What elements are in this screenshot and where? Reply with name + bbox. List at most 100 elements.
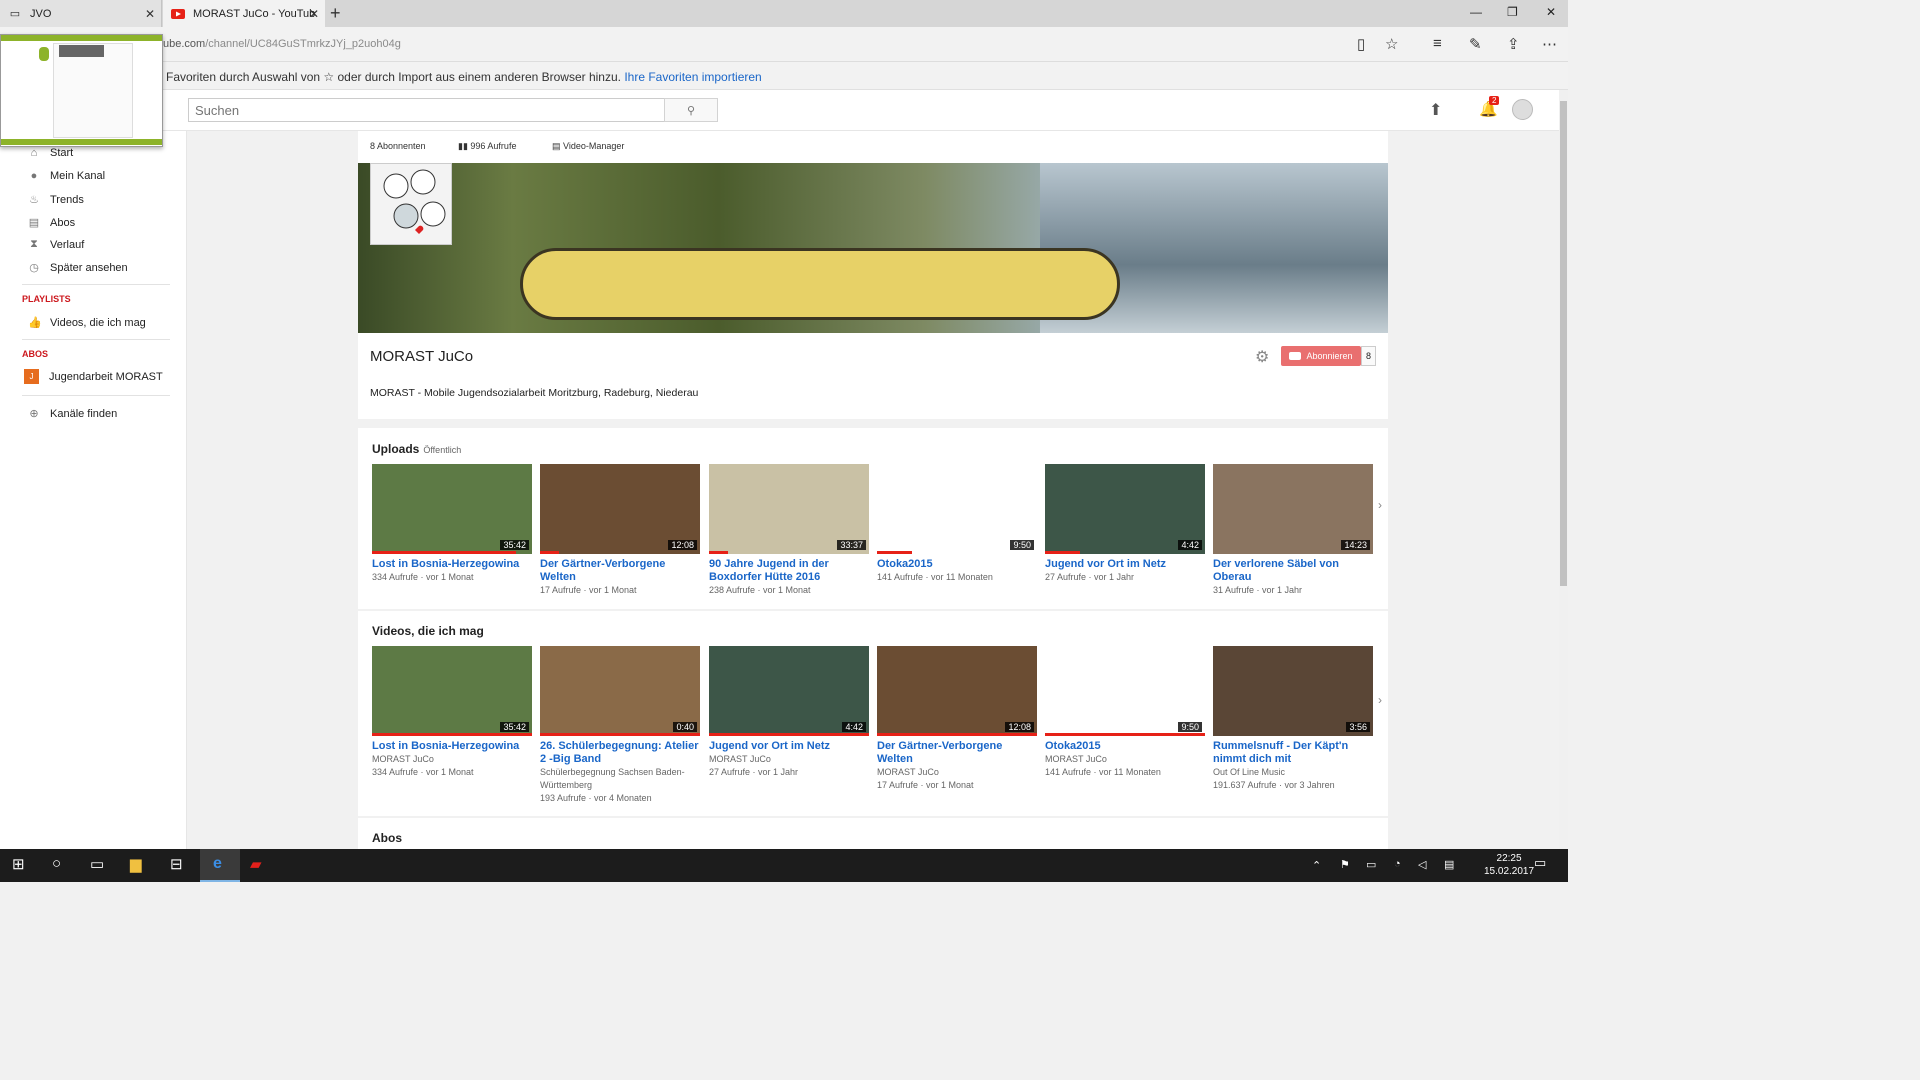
search-input[interactable] [188, 98, 665, 122]
video-title[interactable]: Lost in Bosnia-Herzegowina [372, 558, 532, 571]
video-card[interactable]: 14:23 Der verlorene Säbel von Oberau 31 Au… [1213, 464, 1373, 597]
chevron-up-icon[interactable]: ⌃ [1312, 859, 1321, 872]
video-card[interactable]: 4:42 Jugend vor Ort im Netz MORAST JuCo 27 … [709, 646, 869, 779]
chevron-right-icon[interactable]: › [1378, 498, 1382, 512]
video-card[interactable]: 4:42 Jugend vor Ort im Netz 27 Aufrufe · v… [1045, 464, 1205, 584]
shelf-title[interactable]: Abos [372, 831, 402, 845]
acrobat-icon[interactable]: ▰ [250, 855, 262, 873]
cortana-icon[interactable]: ○ [52, 855, 61, 872]
scrollbar-thumb[interactable] [1560, 101, 1567, 586]
search-button[interactable]: ⚲ [664, 98, 718, 122]
video-title[interactable]: Rummelsnuff - Der Käpt'n nimmt dich mit [1213, 740, 1373, 766]
video-title[interactable]: Der verlorene Säbel von Oberau [1213, 558, 1373, 584]
flag-icon[interactable]: ⚑ [1340, 858, 1350, 871]
gear-icon[interactable]: ⚙ [1255, 347, 1269, 367]
edge-taskbar-button[interactable]: e [200, 849, 240, 882]
video-card[interactable]: 3:56 Rummelsnuff - Der Käpt'n nimmt dich … [1213, 646, 1373, 792]
video-thumbnail[interactable]: 9:50 [877, 464, 1037, 554]
restore-icon[interactable]: ❐ [1507, 5, 1518, 19]
video-thumbnail[interactable]: 12:08 [877, 646, 1037, 736]
video-thumbnail[interactable]: 3:56 [1213, 646, 1373, 736]
video-thumbnail[interactable]: 33:37 [709, 464, 869, 554]
store-icon[interactable]: ⊟ [170, 855, 183, 873]
watch-progress [540, 733, 700, 736]
file-explorer-icon[interactable]: ▆ [130, 855, 142, 873]
video-title[interactable]: Jugend vor Ort im Netz [1045, 558, 1205, 571]
video-title[interactable]: 90 Jahre Jugend in der Boxdorfer Hütte 2… [709, 558, 869, 584]
chevron-right-icon[interactable]: › [1378, 693, 1382, 707]
user-icon: ● [30, 170, 38, 182]
windows-start-icon[interactable]: ⊞ [12, 855, 25, 873]
channel-title: MORAST JuCo [370, 348, 474, 365]
sidebar-item-abos[interactable]: ▤ Abos [28, 216, 75, 230]
url-field[interactable]: ube.com/channel/UC84GuSTmrkzJYj_p2uoh04g [163, 38, 401, 50]
action-center-icon[interactable]: ▭ [1534, 855, 1546, 871]
video-manager-link[interactable]: ▤ Video-Manager [552, 141, 624, 152]
video-title[interactable]: Jugend vor Ort im Netz [709, 740, 869, 753]
import-favorites-link[interactable]: Ihre Favoriten importieren [624, 70, 761, 84]
video-meta: 193 Aufrufe · vor 4 Monaten [540, 793, 652, 803]
video-meta: Schülerbegegnung Sachsen Baden-Württembe… [540, 767, 685, 790]
video-thumbnail[interactable]: 0:40 [540, 646, 700, 736]
favorite-star-icon[interactable]: ☆ [1385, 35, 1398, 53]
sidebar-item-liked-videos[interactable]: 👍 Videos, die ich mag [28, 316, 146, 330]
share-icon[interactable]: ⇪ [1507, 35, 1520, 53]
sidebar-item-spaeter-ansehen[interactable]: ◷ Später ansehen [28, 261, 127, 275]
video-card[interactable]: 9:50 Otoka2015 141 Aufrufe · vor 11 Monate… [877, 464, 1037, 584]
web-note-icon[interactable]: ✎ [1469, 35, 1482, 53]
keyboard-icon[interactable]: ▤ [1444, 858, 1454, 871]
watch-progress [1045, 733, 1205, 736]
browser-tab-jvo[interactable]: ▭ JVO ✕ [0, 0, 162, 27]
video-card[interactable]: 0:40 26. Schülerbegegnung: Atelier 2 -Big… [540, 646, 700, 805]
hub-icon[interactable]: ≡ [1433, 35, 1442, 52]
sidebar-item-start[interactable]: ⌂ Start [28, 147, 74, 159]
subscribe-button[interactable]: Abonnieren [1281, 346, 1361, 366]
video-title[interactable]: Der Gärtner-Verborgene Welten [877, 740, 1037, 766]
video-thumbnail[interactable]: 12:08 [540, 464, 700, 554]
battery-icon[interactable]: ▭ [1366, 858, 1376, 871]
sidebar-item-mein-kanal[interactable]: ● Mein Kanal [28, 170, 105, 182]
tab-preview-thumbnail[interactable] [0, 34, 163, 147]
avatar[interactable] [1512, 99, 1533, 120]
video-title[interactable]: 26. Schülerbegegnung: Atelier 2 -Big Ban… [540, 740, 700, 766]
channel-logo[interactable] [370, 163, 452, 245]
video-card[interactable]: 9:50 Otoka2015 MORAST JuCo 141 Aufrufe · vo… [1045, 646, 1205, 779]
channel-description: MORAST - Mobile Jugendsozialarbeit Morit… [370, 387, 699, 399]
video-thumbnail[interactable]: 35:42 [372, 646, 532, 736]
video-card[interactable]: 35:42 Lost in Bosnia-Herzegowina MORAST Ju… [372, 646, 532, 779]
sidebar-item-trends[interactable]: ♨ Trends [28, 193, 84, 207]
minimize-icon[interactable]: — [1470, 5, 1482, 19]
video-meta: 17 Aufrufe · vor 1 Monat [540, 585, 637, 595]
shelf-title[interactable]: Videos, die ich mag [372, 624, 484, 638]
video-thumbnail[interactable]: 14:23 [1213, 464, 1373, 554]
close-tab-icon[interactable]: ✕ [145, 7, 155, 21]
reading-view-icon[interactable]: ▯ [1357, 35, 1365, 53]
video-thumbnail[interactable]: 4:42 [709, 646, 869, 736]
video-card[interactable]: 35:42 Lost in Bosnia-Herzegowina 334 Aufru… [372, 464, 532, 584]
video-title[interactable]: Otoka2015 [877, 558, 1037, 571]
close-window-icon[interactable]: ✕ [1546, 5, 1556, 19]
upload-icon[interactable]: ⬆ [1429, 100, 1442, 120]
clock[interactable]: 22:25 15.02.2017 [1484, 852, 1534, 878]
video-title[interactable]: Otoka2015 [1045, 740, 1205, 753]
wifi-icon[interactable]: ◔ [1394, 858, 1401, 870]
video-card[interactable]: 33:37 90 Jahre Jugend in der Boxdorfer Hü… [709, 464, 869, 597]
new-tab-button[interactable]: + [330, 3, 341, 24]
more-icon[interactable]: ⋯ [1542, 35, 1557, 53]
sidebar-item-jugendarbeit-morast[interactable]: J Jugendarbeit MORAST [24, 369, 163, 384]
task-view-icon[interactable]: ▭ [90, 855, 104, 873]
video-card[interactable]: 12:08 Der Gärtner-Verborgene Welten 17 Auf… [540, 464, 700, 597]
video-thumbnail[interactable]: 4:42 [1045, 464, 1205, 554]
shelf-title[interactable]: Uploads Öffentlich [372, 442, 461, 456]
video-thumbnail[interactable]: 9:50 [1045, 646, 1205, 736]
video-thumbnail[interactable]: 35:42 [372, 464, 532, 554]
video-title[interactable]: Lost in Bosnia-Herzegowina [372, 740, 532, 753]
volume-icon[interactable]: ◁ [1418, 858, 1426, 871]
subscribe-count: 8 [1361, 346, 1376, 366]
close-tab-icon[interactable]: ✕ [309, 7, 319, 21]
browser-tab-youtube[interactable]: MORAST JuCo - YouTub ✕ [163, 0, 325, 27]
sidebar-item-find-channels[interactable]: ⊕ Kanäle finden [28, 407, 117, 421]
video-title[interactable]: Der Gärtner-Verborgene Welten [540, 558, 700, 584]
sidebar-item-verlauf[interactable]: ⧗ Verlauf [28, 238, 84, 251]
video-card[interactable]: 12:08 Der Gärtner-Verborgene Welten MORAST… [877, 646, 1037, 792]
